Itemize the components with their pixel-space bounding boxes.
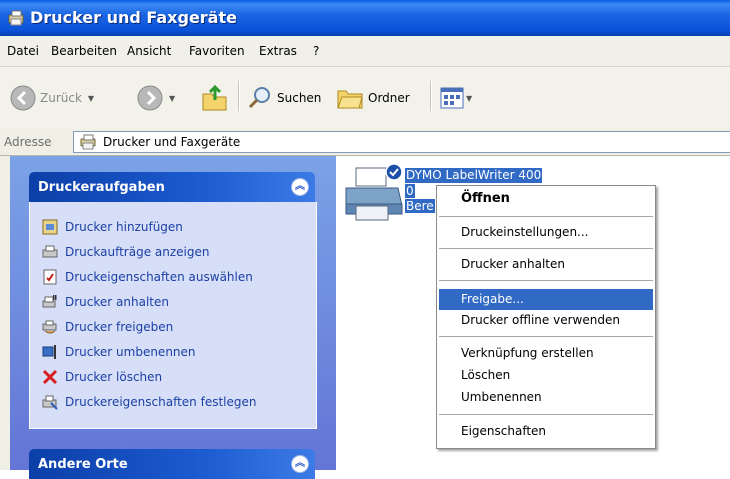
address-field[interactable]: Drucker und Faxgeräte xyxy=(73,131,730,153)
views-grid-icon xyxy=(440,87,464,109)
views-dropdown-icon[interactable]: ▼ xyxy=(466,94,472,103)
views-button[interactable]: ▼ xyxy=(440,87,472,109)
printer-documents: 0 xyxy=(405,184,415,198)
printer-tasks-header[interactable]: Druckeraufgaben ︽ xyxy=(29,172,315,202)
toolbar: Zurück ▼ ▼ Suchen Ordner ▼ xyxy=(0,67,730,130)
printer-folder-icon xyxy=(8,10,24,26)
back-label: Zurück xyxy=(40,91,82,105)
menu-item-shortcut[interactable]: Verknüpfung erstellen xyxy=(439,343,653,364)
menu-item-delete[interactable]: Löschen xyxy=(439,365,653,386)
menu-datei[interactable]: Datei xyxy=(7,44,39,58)
printer-properties-icon xyxy=(42,395,58,410)
up-folder-button[interactable] xyxy=(200,82,230,112)
task-printer-properties[interactable]: Druckereigenschaften festlegen xyxy=(42,394,257,410)
printer-tasks-title: Druckeraufgaben xyxy=(38,180,165,195)
address-value: Drucker und Faxgeräte xyxy=(103,135,241,149)
forward-arrow-icon xyxy=(137,85,163,111)
printer-name[interactable]: DYMO LabelWriter 400 xyxy=(405,168,543,183)
share-printer-icon xyxy=(42,320,57,334)
folders-label: Ordner xyxy=(368,91,410,105)
other-places-header[interactable]: Andere Orte ︽ xyxy=(29,449,315,479)
printer-status: Bere xyxy=(405,199,435,213)
printer-folder-icon xyxy=(80,134,96,150)
title-bar[interactable]: Drucker und Faxgeräte xyxy=(0,0,730,36)
rename-icon xyxy=(42,345,56,359)
menu-help[interactable]: ? xyxy=(313,44,319,58)
print-queue-icon xyxy=(42,245,58,258)
print-preferences-icon xyxy=(43,269,57,285)
task-pause-printer[interactable]: Drucker anhalten xyxy=(42,294,169,310)
task-add-printer[interactable]: Drucker hinzufügen xyxy=(42,219,183,235)
folders-icon xyxy=(337,90,363,109)
search-label: Suchen xyxy=(277,91,322,105)
menu-bar: Datei Bearbeiten Ansicht Favoriten Extra… xyxy=(0,36,730,67)
forward-button[interactable]: ▼ xyxy=(137,85,175,111)
menu-ansicht[interactable]: Ansicht xyxy=(127,44,171,58)
up-folder-icon xyxy=(202,84,227,111)
back-dropdown-icon[interactable]: ▼ xyxy=(88,94,94,103)
delete-x-icon xyxy=(42,369,58,385)
collapse-chevron-icon[interactable]: ︽ xyxy=(291,455,309,473)
printer-tasks-panel: Drucker hinzufügen Druckaufträge anzeige… xyxy=(29,202,317,429)
task-print-preferences[interactable]: Druckeigenschaften auswählen xyxy=(42,269,253,285)
pause-printer-icon xyxy=(42,295,57,308)
task-delete-printer[interactable]: Drucker löschen xyxy=(42,369,162,385)
window-title: Drucker und Faxgeräte xyxy=(30,8,237,27)
menu-item-properties[interactable]: Eigenschaften xyxy=(439,421,653,442)
context-menu: Öffnen Druckeinstellungen... Drucker anh… xyxy=(436,185,656,449)
menu-favoriten[interactable]: Favoriten xyxy=(189,44,245,58)
task-rename-printer[interactable]: Drucker umbenennen xyxy=(42,344,196,360)
task-share-printer[interactable]: Drucker freigeben xyxy=(42,319,173,335)
back-arrow-icon xyxy=(10,85,36,111)
search-icon xyxy=(248,87,270,109)
collapse-chevron-icon[interactable]: ︽ xyxy=(291,178,309,196)
menu-extras[interactable]: Extras xyxy=(259,44,297,58)
back-button[interactable]: Zurück ▼ xyxy=(10,85,94,111)
menu-item-offline[interactable]: Drucker offline verwenden xyxy=(439,310,653,331)
printer-icon[interactable] xyxy=(342,162,406,224)
folders-button[interactable]: Ordner xyxy=(336,85,410,111)
menu-item-preferences[interactable]: Druckeinstellungen... xyxy=(439,222,653,243)
address-bar: Adresse Drucker und Faxgeräte xyxy=(0,129,730,156)
task-view-queue[interactable]: Druckaufträge anzeigen xyxy=(42,244,209,260)
forward-dropdown-icon[interactable]: ▼ xyxy=(169,94,175,103)
search-button[interactable]: Suchen xyxy=(247,85,321,111)
address-label: Adresse xyxy=(4,135,52,149)
menu-item-open[interactable]: Öffnen xyxy=(439,188,653,209)
menu-item-rename[interactable]: Umbenennen xyxy=(439,387,653,408)
menu-bearbeiten[interactable]: Bearbeiten xyxy=(51,44,117,58)
add-printer-icon xyxy=(42,219,58,235)
menu-item-pause[interactable]: Drucker anhalten xyxy=(439,254,653,275)
menu-item-share[interactable]: Freigabe... xyxy=(439,289,653,310)
